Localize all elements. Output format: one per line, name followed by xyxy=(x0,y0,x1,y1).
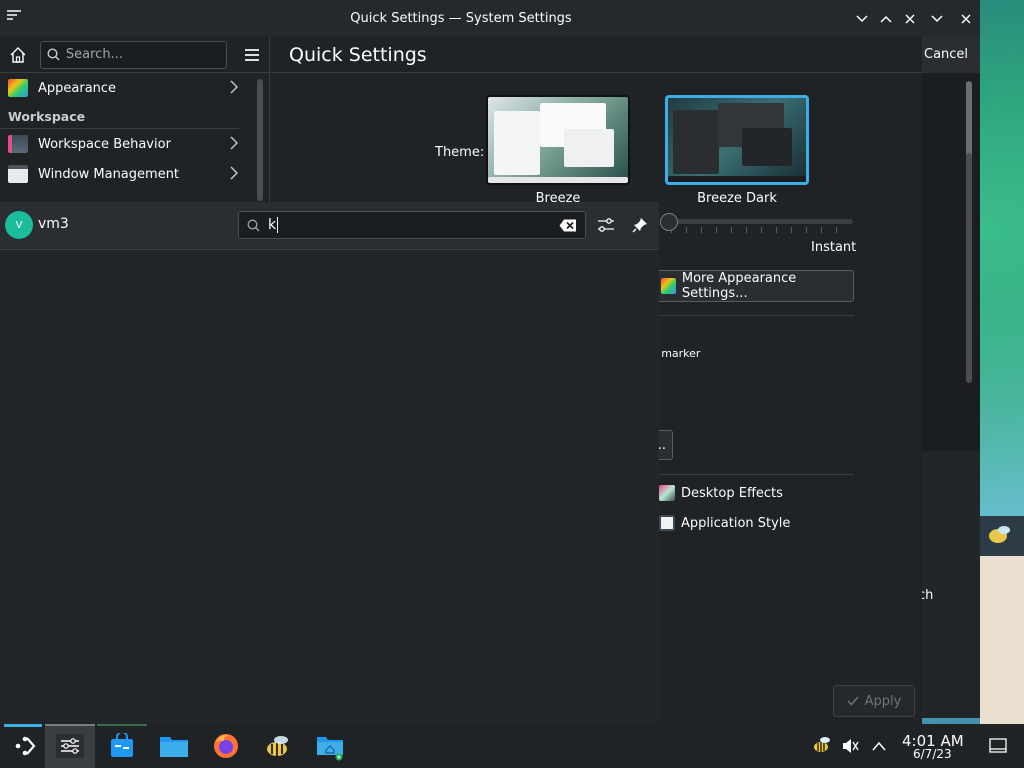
thumbnail-window xyxy=(673,110,719,174)
home-folder-icon xyxy=(317,737,343,761)
theme-option-breeze[interactable] xyxy=(486,95,630,185)
cancel-button[interactable]: Cancel xyxy=(924,47,968,62)
divider xyxy=(654,474,854,475)
taskbar-dolphin[interactable] xyxy=(149,724,199,768)
minimize-icon[interactable] xyxy=(854,11,870,27)
desktop-effects-icon xyxy=(659,485,675,501)
apply-button-label: Apply xyxy=(864,693,902,709)
window-management-icon xyxy=(8,165,28,183)
more-appearance-settings-button[interactable]: More Appearance Settings... xyxy=(654,270,854,302)
divider xyxy=(654,315,854,316)
pin-icon[interactable] xyxy=(629,214,651,236)
bee-app-icon xyxy=(267,736,288,756)
firefox-icon xyxy=(214,734,238,758)
appearance-icon xyxy=(661,278,676,294)
thumbnail-taskbar xyxy=(668,176,806,182)
desktop-effects-link[interactable]: Desktop Effects xyxy=(659,485,783,501)
configure-sliders-icon[interactable] xyxy=(595,214,617,236)
back-window-titlebar xyxy=(922,0,980,37)
apply-button[interactable]: Apply xyxy=(833,685,915,717)
system-settings-icon xyxy=(56,734,84,758)
maximize-icon[interactable] xyxy=(878,11,894,27)
chevron-right-icon xyxy=(230,136,238,150)
animation-speed-track[interactable] xyxy=(663,219,853,224)
launcher-search-input[interactable]: k xyxy=(238,211,586,239)
checkmark-icon xyxy=(847,696,859,706)
user-name: vm3 xyxy=(38,216,69,232)
theme-label: Theme: xyxy=(435,145,485,160)
content-scrollbar[interactable] xyxy=(966,153,972,383)
taskbar-firefox[interactable] xyxy=(201,724,251,768)
application-style-label: Application Style xyxy=(681,515,791,531)
thumbnail-window xyxy=(742,128,792,166)
hamburger-menu-icon[interactable] xyxy=(241,44,263,66)
taskbar-bee-app[interactable] xyxy=(253,724,303,768)
task-indicator xyxy=(45,724,95,726)
volume-muted-icon[interactable] xyxy=(841,737,859,759)
sidebar-search-placeholder: Search... xyxy=(65,47,123,62)
desktop-effects-label: Desktop Effects xyxy=(681,485,783,501)
window-menu-icon[interactable] xyxy=(6,8,22,22)
sidebar-header: Search... xyxy=(0,37,269,73)
sidebar-item-label: Appearance xyxy=(38,80,117,96)
bee-icon xyxy=(989,526,1010,543)
chevron-right-icon xyxy=(230,166,238,180)
theme-option-breeze-dark[interactable] xyxy=(665,95,809,185)
sidebar-item-label: Window Management xyxy=(38,166,180,182)
taskbar-system-settings[interactable] xyxy=(45,724,95,768)
discover-store-icon xyxy=(111,733,133,757)
bee-tray-icon[interactable] xyxy=(811,735,833,759)
thumbnail-window xyxy=(564,129,614,167)
thumbnail-taskbar xyxy=(488,177,628,183)
back-close-icon[interactable] xyxy=(958,11,974,27)
chevron-up-icon[interactable] xyxy=(872,740,886,755)
animation-speed-ticks xyxy=(671,227,851,233)
workspace-behavior-icon xyxy=(8,135,28,153)
avatar[interactable]: V xyxy=(5,211,33,239)
page-title: Quick Settings xyxy=(271,37,922,73)
animation-speed-handle[interactable] xyxy=(660,213,678,231)
dolphin-files-icon xyxy=(160,737,188,757)
sidebar-item-workspace-behavior[interactable]: Workspace Behavior xyxy=(0,129,269,159)
application-launcher-popup: V vm3 k xyxy=(0,202,659,724)
chevron-right-icon xyxy=(230,80,238,94)
sidebar-item-label: Workspace Behavior xyxy=(38,136,171,152)
window-titlebar: Quick Settings — System Settings xyxy=(0,0,922,37)
application-launcher-icon xyxy=(15,736,36,756)
appearance-icon xyxy=(8,79,28,97)
sidebar-item-window-management[interactable]: Window Management xyxy=(0,159,269,189)
application-launcher-button[interactable] xyxy=(0,724,50,768)
desktop-window-strip xyxy=(980,516,1024,556)
application-style-icon xyxy=(659,515,675,531)
clock-date[interactable]: 6/7/23 xyxy=(913,747,952,761)
search-icon xyxy=(247,219,260,231)
taskbar: 4:01 AM 6/7/23 xyxy=(0,724,1024,768)
application-style-link[interactable]: Application Style xyxy=(659,515,790,531)
search-icon xyxy=(47,48,60,61)
animation-speed-instant-label: Instant xyxy=(811,240,857,255)
home-icon[interactable] xyxy=(6,43,30,67)
close-icon[interactable] xyxy=(902,11,918,27)
back-window-lower: ch xyxy=(918,451,980,718)
section-heading-workspace: Workspace xyxy=(0,103,239,129)
more-appearance-label: More Appearance Settings... xyxy=(681,271,797,301)
thumbnail-window xyxy=(494,111,540,175)
sidebar: Search... Appearance Workspace Workspace… xyxy=(0,37,270,202)
system-settings-window: Quick Settings — System Settings Search.… xyxy=(0,0,972,724)
back-minimize-icon[interactable] xyxy=(929,11,945,27)
taskbar-discover[interactable] xyxy=(97,724,147,768)
launcher-search-value: k xyxy=(268,217,551,233)
taskbar-home-folder[interactable] xyxy=(305,724,355,768)
desktop-panel-area xyxy=(980,556,1024,724)
task-indicator xyxy=(97,724,147,726)
sidebar-search-input[interactable]: Search... xyxy=(39,40,228,69)
back-window-toolbar: Cancel xyxy=(922,37,980,73)
sidebar-item-appearance[interactable]: Appearance xyxy=(0,73,269,103)
show-desktop-icon[interactable] xyxy=(989,738,1007,758)
theme-name-breeze-dark: Breeze Dark xyxy=(697,191,777,206)
sidebar-scrollbar[interactable] xyxy=(257,79,263,201)
clear-text-icon[interactable] xyxy=(559,219,577,232)
launcher-header: V vm3 k xyxy=(0,202,659,250)
window-title: Quick Settings — System Settings xyxy=(350,11,572,26)
